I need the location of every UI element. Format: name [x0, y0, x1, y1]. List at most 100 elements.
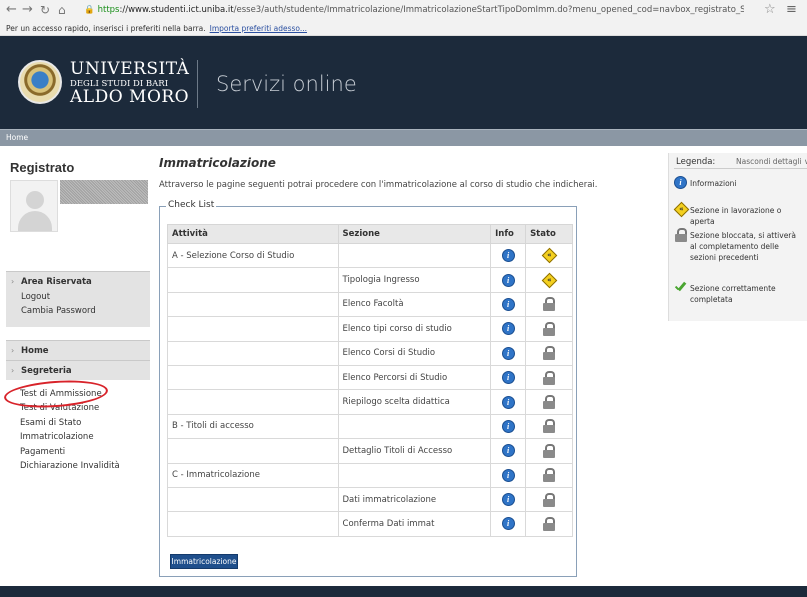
reload-icon[interactable]: ↻: [40, 3, 50, 17]
area-riservata-heading: Area Riservata: [21, 277, 92, 287]
info-icon[interactable]: i: [490, 242, 527, 269]
info-icon[interactable]: i: [490, 316, 527, 342]
table-row: Dati immatricolazione i: [167, 486, 573, 513]
legend-progress-text: Sezione in lavorazione o aperta: [690, 206, 782, 226]
table-row: A - Selezione Corso di Studio i «: [167, 242, 573, 269]
table-row: C - Immatricolazione i: [167, 462, 573, 488]
lock-icon: [525, 511, 573, 537]
immatricolazione-link[interactable]: Immatricolazione: [20, 432, 94, 442]
breadcrumb: Home: [0, 129, 807, 146]
table-row: Elenco tipi corso di studio i: [167, 316, 573, 342]
table-row: Tipologia Ingresso i «: [167, 267, 573, 293]
cell-attivita: [167, 364, 339, 391]
check-icon: [674, 282, 687, 296]
lock-icon: [525, 364, 573, 391]
cell-sezione: Conferma Dati immat: [337, 511, 492, 537]
table-row: Elenco Facoltà i: [167, 291, 573, 318]
home-icon[interactable]: ⌂: [58, 3, 66, 17]
pagamenti-link[interactable]: Pagamenti: [20, 447, 65, 457]
checklist-table: Attività Sezione Info Stato A - Selezion…: [167, 224, 573, 537]
cell-attivita: [167, 511, 339, 537]
cell-attivita: [167, 340, 339, 366]
lock-icon: [525, 389, 573, 415]
site-footer: [0, 586, 807, 597]
dichiarazione-invalidita-link[interactable]: Dichiarazione Invalidità: [20, 461, 120, 471]
cell-attivita: [167, 438, 339, 464]
breadcrumb-home[interactable]: Home: [6, 133, 28, 142]
cell-attivita: A - Selezione Corso di Studio: [167, 242, 339, 269]
page-description: Attraverso le pagine seguenti potrai pro…: [159, 180, 598, 190]
hide-details-link[interactable]: Nascondi dettagli ∨: [736, 157, 807, 166]
lock-icon: [525, 413, 573, 440]
info-icon[interactable]: i: [490, 486, 527, 513]
back-icon[interactable]: ←: [6, 3, 17, 17]
cell-attivita: B - Titoli di accesso: [167, 413, 339, 440]
lock-icon: [525, 438, 573, 464]
sidebar-area-riservata: › Area Riservata Logout Cambia Password: [6, 271, 150, 327]
change-password-link[interactable]: Cambia Password: [21, 306, 96, 316]
info-icon[interactable]: i: [490, 267, 527, 293]
sidebar-item-home[interactable]: › Home: [6, 340, 150, 360]
cell-sezione: Dettaglio Titoli di Accesso: [337, 438, 492, 464]
sidebar-title: Registrato: [10, 160, 75, 175]
lock-icon: [525, 486, 573, 513]
menu-icon[interactable]: ≡: [786, 2, 797, 17]
column-sezione: Sezione: [337, 224, 492, 244]
table-row: Dettaglio Titoli di Accesso i: [167, 438, 573, 464]
lock-icon: [525, 316, 573, 342]
table-row: Conferma Dati immat i: [167, 511, 573, 537]
legend-divider: [674, 168, 807, 169]
legend-title: Legenda:: [676, 157, 716, 167]
info-icon[interactable]: i: [490, 364, 527, 391]
university-seal-logo[interactable]: [18, 60, 62, 104]
redacted-username: [60, 180, 148, 204]
immatricolazione-button[interactable]: Immatricolazione: [170, 554, 238, 569]
cell-attivita: [167, 316, 339, 342]
cell-attivita: [167, 267, 339, 293]
table-row: Elenco Corsi di Studio i: [167, 340, 573, 366]
checklist-legend: Check List: [166, 200, 217, 210]
university-name-aldo-moro: ALDO MORO: [70, 87, 190, 107]
info-icon[interactable]: i: [490, 413, 527, 440]
info-icon: i: [674, 176, 687, 189]
address-bar[interactable]: 🔒 https://www.studenti.ict.uniba.it/esse3…: [84, 3, 744, 18]
cell-sezione: Elenco Facoltà: [337, 291, 492, 318]
chevron-right-icon: ›: [11, 346, 15, 355]
info-icon[interactable]: i: [490, 389, 527, 415]
lock-icon: [525, 340, 573, 366]
column-attivita: Attività: [167, 224, 339, 244]
cell-attivita: [167, 486, 339, 513]
bookmarks-bar: Per un accesso rapido, inserisci i prefe…: [0, 22, 807, 36]
legend-lock-text: Sezione bloccata, si attiverà al complet…: [690, 231, 796, 262]
cell-attivita: [167, 389, 339, 415]
logout-link[interactable]: Logout: [21, 292, 50, 302]
info-icon[interactable]: i: [490, 438, 527, 464]
column-stato: Stato: [525, 224, 573, 244]
cell-sezione: [337, 413, 492, 440]
cell-sezione: Dati immatricolazione: [337, 486, 492, 513]
cell-sezione: Elenco tipi corso di studio: [337, 316, 492, 342]
lock-icon: [525, 291, 573, 318]
esami-stato-link[interactable]: Esami di Stato: [20, 418, 81, 428]
cell-sezione: Elenco Percorsi di Studio: [337, 364, 492, 391]
bookmark-star-icon[interactable]: ☆: [764, 2, 776, 17]
cell-sezione: [337, 242, 492, 269]
legend-complete-text: Sezione correttamente completata: [690, 284, 776, 304]
forward-icon[interactable]: →: [22, 3, 33, 17]
sidebar-item-segreteria[interactable]: › Segreteria: [6, 360, 150, 380]
info-icon[interactable]: i: [490, 340, 527, 366]
cell-sezione: [337, 462, 492, 488]
cell-attivita: C - Immatricolazione: [167, 462, 339, 488]
university-name: UNIVERSITÀ: [70, 59, 190, 79]
lock-icon: [675, 228, 687, 242]
lock-icon: [525, 462, 573, 488]
legend-info-text: Informazioni: [690, 179, 737, 188]
import-bookmarks-link[interactable]: Importa preferiti adesso...: [210, 24, 307, 33]
info-icon[interactable]: i: [490, 462, 527, 488]
in-progress-icon: «: [525, 267, 573, 293]
column-info: Info: [490, 224, 527, 244]
info-icon[interactable]: i: [490, 511, 527, 537]
in-progress-icon: «: [525, 242, 573, 269]
page-title: Immatricolazione: [159, 156, 276, 170]
info-icon[interactable]: i: [490, 291, 527, 318]
